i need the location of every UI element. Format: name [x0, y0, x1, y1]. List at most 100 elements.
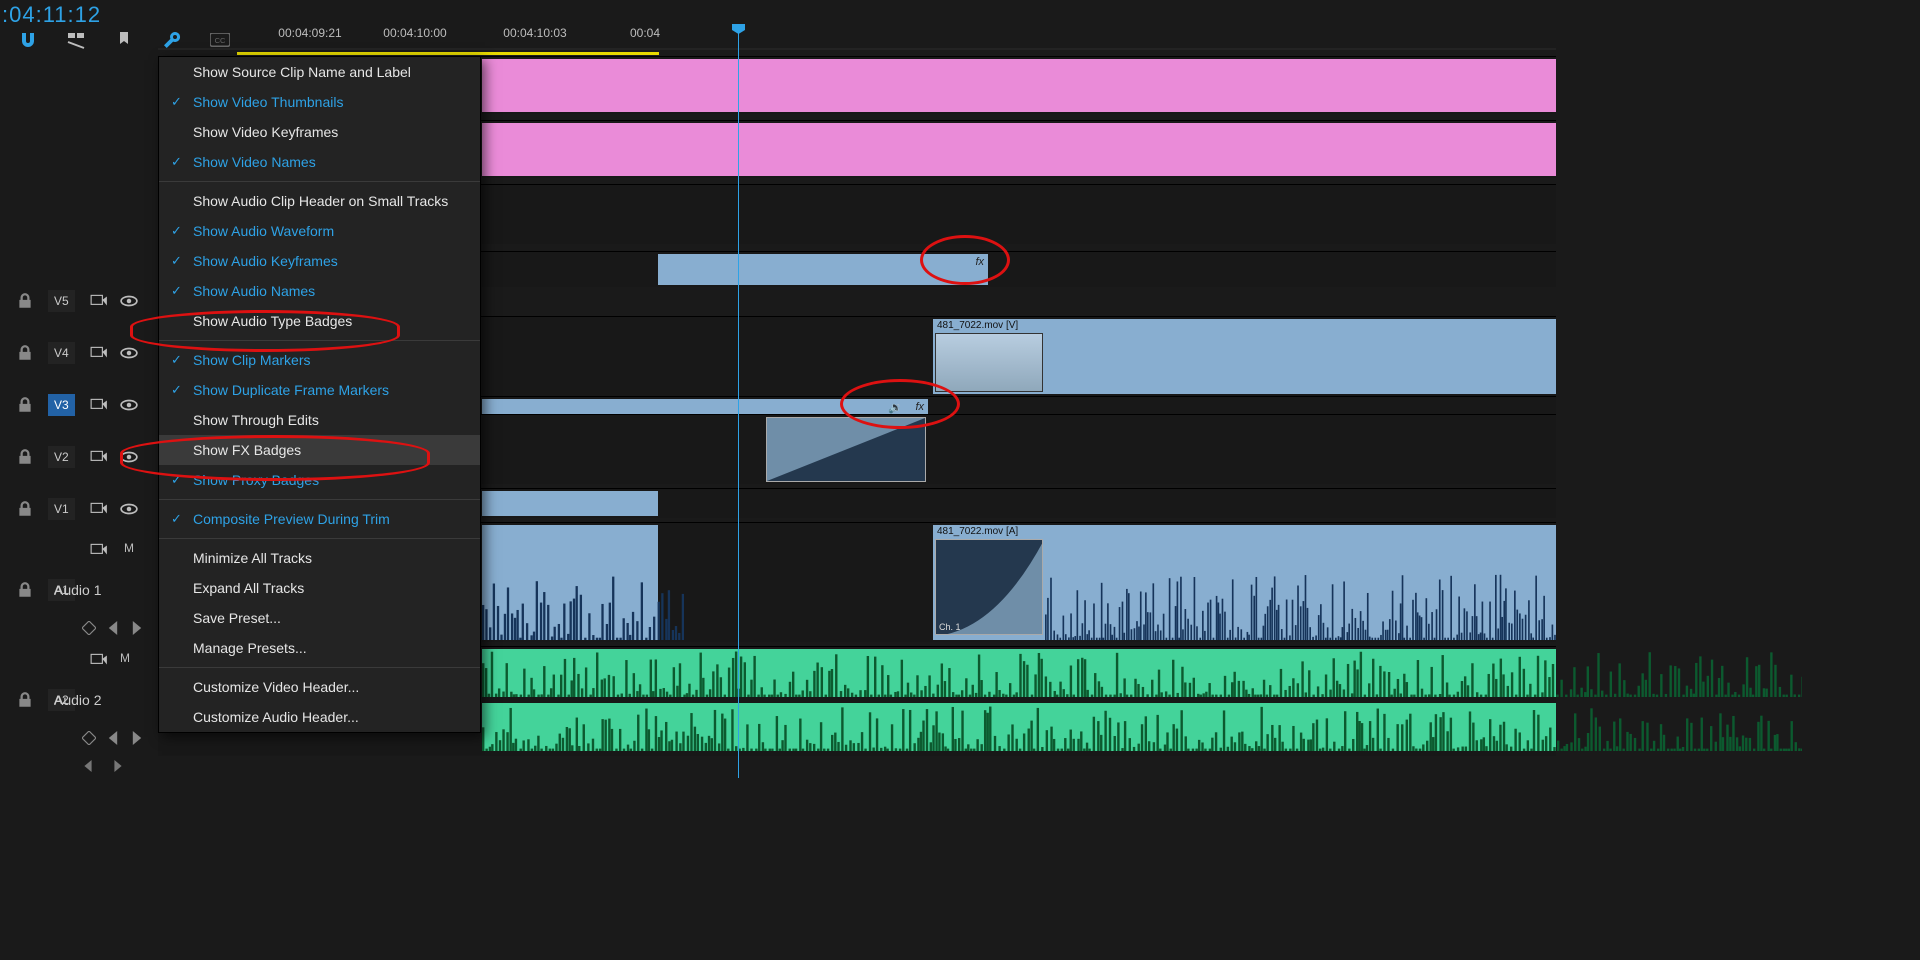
menu-item[interactable]: Show Proxy Badges [159, 465, 480, 495]
zoom-out-icon[interactable] [82, 760, 94, 772]
ruler-mark: 00:04:10:00 [383, 26, 446, 40]
timeline-toolbar: CC [18, 30, 230, 50]
track-header-v2[interactable]: V2 [0, 431, 158, 483]
waveform [482, 571, 684, 640]
source-patch-icon[interactable] [90, 292, 108, 310]
clip[interactable]: 🔉 fx [482, 399, 928, 414]
sequence-timecode[interactable]: :04:11:12 [0, 0, 101, 28]
clip[interactable] [482, 491, 658, 516]
video-clip[interactable]: 481_7022.mov [V] [933, 319, 1556, 394]
zoom-controls[interactable] [82, 760, 124, 772]
lock-icon[interactable] [16, 691, 34, 709]
menu-item[interactable]: Show Audio Keyframes [159, 246, 480, 276]
toggle-track-output-icon[interactable] [120, 500, 138, 518]
timeline-display-settings-menu[interactable]: Show Source Clip Name and LabelShow Vide… [158, 56, 481, 733]
lock-icon[interactable] [16, 500, 34, 518]
channel-label: Ch. 1 [939, 622, 961, 632]
lock-icon[interactable] [16, 292, 34, 310]
fade-panel[interactable] [766, 417, 926, 482]
waveform [482, 649, 1802, 697]
wrench-icon[interactable] [162, 30, 182, 50]
mute-icon[interactable]: M [120, 541, 138, 559]
menu-item[interactable]: Show Audio Type Badges [159, 306, 480, 336]
track-header-a2[interactable]: A2 Audio 2 M [0, 645, 158, 755]
clip[interactable]: fx [658, 254, 988, 285]
track-header-v4[interactable]: V4 [0, 327, 158, 379]
audio-clip[interactable] [482, 649, 1556, 697]
menu-item[interactable]: Show Source Clip Name and Label [159, 57, 480, 87]
playhead[interactable] [738, 26, 739, 778]
menu-item[interactable]: Show Video Names [159, 147, 480, 177]
clip[interactable] [482, 59, 1556, 112]
audio-clip[interactable]: 481_7022.mov [A] Ch. 1 [933, 525, 1556, 640]
ruler-baseline [158, 48, 1556, 50]
toggle-track-output-icon[interactable] [120, 292, 138, 310]
marker-icon[interactable] [114, 30, 134, 50]
keyframe-diamond-icon[interactable] [82, 731, 96, 745]
next-keyframe-icon[interactable] [130, 621, 144, 635]
menu-item[interactable]: Show Audio Clip Header on Small Tracks [159, 186, 480, 216]
track-label[interactable]: V1 [48, 498, 75, 520]
source-patch-icon[interactable] [90, 500, 108, 518]
lock-icon[interactable] [16, 581, 34, 599]
track-header-v5[interactable]: V5 [0, 275, 158, 327]
menu-item[interactable]: Save Preset... [159, 603, 480, 633]
menu-item[interactable]: Manage Presets... [159, 633, 480, 663]
track-name: Audio 1 [54, 582, 101, 598]
track-header-v3[interactable]: V3 [0, 379, 158, 431]
lock-icon[interactable] [16, 396, 34, 414]
track-label[interactable]: V5 [48, 290, 75, 312]
source-patch-icon[interactable] [90, 396, 108, 414]
lock-icon[interactable] [16, 448, 34, 466]
link-badge: 🔉 [888, 401, 902, 414]
menu-item[interactable]: Customize Audio Header... [159, 702, 480, 732]
audio-clip[interactable] [482, 703, 1556, 751]
time-ruler[interactable]: 00:04:09:21 00:04:10:00 00:04:10:03 00:0… [260, 26, 1556, 44]
menu-item[interactable]: Show Audio Names [159, 276, 480, 306]
toggle-track-output-icon[interactable] [120, 396, 138, 414]
track-label[interactable]: V3 [48, 394, 75, 416]
keyframe-diamond-icon[interactable] [82, 621, 96, 635]
clip-label: 481_7022.mov [A] [937, 526, 1018, 537]
waveform [1045, 571, 1556, 640]
next-keyframe-icon[interactable] [130, 731, 144, 745]
prev-keyframe-icon[interactable] [106, 621, 120, 635]
track-label[interactable]: V4 [48, 342, 75, 364]
fx-badge: fx [975, 256, 984, 268]
source-patch-icon[interactable] [90, 651, 108, 669]
mute-icon[interactable]: M [120, 651, 138, 669]
fx-badge: fx [915, 401, 924, 413]
menu-item[interactable]: Show FX Badges [159, 435, 480, 465]
prev-keyframe-icon[interactable] [106, 731, 120, 745]
menu-item[interactable]: Show Duplicate Frame Markers [159, 375, 480, 405]
track-headers: V5 V4 V3 V2 V1 [0, 275, 158, 755]
audio-clip[interactable] [482, 525, 658, 640]
lock-icon[interactable] [16, 344, 34, 362]
menu-item[interactable]: Show Video Thumbnails [159, 87, 480, 117]
menu-item[interactable]: Expand All Tracks [159, 573, 480, 603]
captions-icon[interactable]: CC [210, 30, 230, 50]
source-patch-icon[interactable] [90, 448, 108, 466]
clip[interactable] [482, 123, 1556, 176]
menu-item[interactable]: Composite Preview During Trim [159, 504, 480, 534]
menu-item[interactable]: Show Clip Markers [159, 345, 480, 375]
snap-icon[interactable] [18, 30, 38, 50]
menu-item[interactable]: Minimize All Tracks [159, 543, 480, 573]
toggle-track-output-icon[interactable] [120, 448, 138, 466]
toggle-track-output-icon[interactable] [120, 344, 138, 362]
menu-item[interactable]: Show Audio Waveform [159, 216, 480, 246]
track-label[interactable]: V2 [48, 446, 75, 468]
track-header-v1[interactable]: V1 [0, 483, 158, 535]
ruler-mark: 00:04:10:03 [503, 26, 566, 40]
zoom-in-icon[interactable] [112, 760, 124, 772]
menu-item[interactable]: Show Through Edits [159, 405, 480, 435]
track-header-a1[interactable]: A1 Audio 1 M [0, 535, 158, 645]
linked-selection-icon[interactable] [66, 30, 86, 50]
menu-item[interactable]: Show Video Keyframes [159, 117, 480, 147]
menu-item[interactable]: Customize Video Header... [159, 672, 480, 702]
waveform [482, 703, 1802, 751]
source-patch-icon[interactable] [90, 541, 108, 559]
work-area-bar[interactable] [237, 52, 659, 55]
source-patch-icon[interactable] [90, 344, 108, 362]
ruler-mark: 00:04 [630, 26, 660, 40]
